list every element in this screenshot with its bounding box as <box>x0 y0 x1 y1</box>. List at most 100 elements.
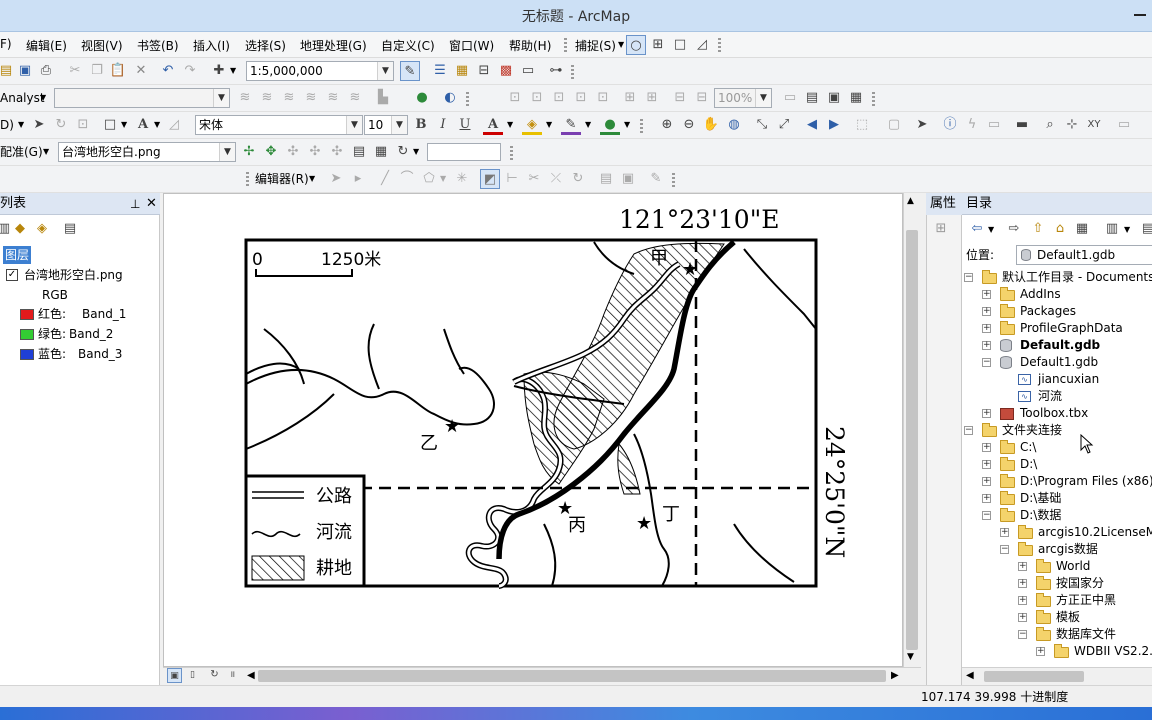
layout-tool-icon[interactable]: ⊡ <box>527 88 547 108</box>
collapse-toggle[interactable]: − <box>964 273 973 282</box>
chevron-down-icon[interactable]: ▼ <box>40 88 46 108</box>
line-color-icon[interactable]: ✎ <box>561 115 581 135</box>
full-extent-icon[interactable]: ◍ <box>724 115 744 135</box>
layout-tool-icon[interactable]: ▤ <box>802 88 822 108</box>
expand-toggle[interactable]: + <box>1036 647 1045 656</box>
chevron-down-icon[interactable]: ▼ <box>507 115 513 135</box>
collapse-toggle[interactable]: − <box>982 511 991 520</box>
font-size-combo[interactable]: 10 ▼ <box>364 115 408 135</box>
catalog-tree-item[interactable]: 文件夹连接 <box>1002 422 1062 439</box>
chevron-down-icon[interactable]: ▼ <box>230 61 236 81</box>
zoom-whole-page-icon[interactable]: ⊡ <box>73 115 93 135</box>
georeferencing-dropdown[interactable]: 配准(G) <box>0 142 43 162</box>
editor-dropdown[interactable]: 编辑器(R) <box>255 169 309 189</box>
menu-edit[interactable]: 编辑(E) <box>26 37 67 54</box>
analyst-layer-combo[interactable]: ▼ <box>54 88 230 108</box>
back-icon[interactable]: ◀ <box>802 115 822 135</box>
chevron-down-icon[interactable]: ▼ <box>618 40 624 49</box>
expand-toggle[interactable]: + <box>982 409 991 418</box>
expand-toggle[interactable]: + <box>982 460 991 469</box>
chevron-down-icon[interactable]: ▼ <box>1124 220 1130 240</box>
select-elements-icon[interactable]: ➤ <box>912 115 932 135</box>
expand-toggle[interactable]: + <box>1018 579 1027 588</box>
chevron-down-icon[interactable]: ▼ <box>391 116 407 134</box>
globe-icon[interactable]: ● <box>412 88 432 108</box>
table-of-contents-icon[interactable]: ☰ <box>430 61 450 81</box>
python-window-icon[interactable]: ▭ <box>518 61 538 81</box>
menu-customize[interactable]: 自定义(C) <box>381 37 435 54</box>
chevron-down-icon[interactable]: ▼ <box>585 115 591 135</box>
catalog-tree-item[interactable]: 模板 <box>1056 609 1080 626</box>
layout-zoom-combo[interactable]: 100% ▼ <box>714 88 772 108</box>
expand-toggle[interactable]: + <box>1018 596 1027 605</box>
scroll-right-icon[interactable]: ▶ <box>891 666 899 686</box>
catalog-tree-item[interactable]: ProfileGraphData <box>1020 320 1123 337</box>
control-points-icon[interactable]: ✣ <box>283 142 303 162</box>
text-icon[interactable]: A <box>133 115 153 135</box>
font-color-button[interactable]: A <box>483 115 503 135</box>
catalog-tree-item[interactable]: jiancuxian <box>1038 371 1099 388</box>
list-by-visibility-icon[interactable]: ◈ <box>32 219 52 239</box>
toolbar-grip[interactable] <box>244 169 252 189</box>
layout-tool-icon[interactable]: ⊞ <box>620 88 640 108</box>
chevron-down-icon[interactable]: ▼ <box>377 62 393 80</box>
menu-windows[interactable]: 窗口(W) <box>449 37 494 54</box>
chevron-down-icon[interactable]: ▼ <box>346 116 362 134</box>
undo-icon[interactable]: ↶ <box>158 61 178 81</box>
straight-segment-icon[interactable]: ╱ <box>375 169 395 189</box>
arctoolbox-icon[interactable]: ▩ <box>496 61 516 81</box>
raster-tool-icon[interactable]: ≋ <box>323 88 343 108</box>
edit-annotation-icon[interactable]: ▸ <box>348 169 368 189</box>
attributes-icon[interactable]: ▤ <box>596 169 616 189</box>
catalog-tree-item[interactable]: D:\数据 <box>1020 507 1061 524</box>
find-route-icon[interactable]: ⊹ <box>1062 115 1082 135</box>
toolbar-grip[interactable] <box>464 89 472 109</box>
view-link-table-icon[interactable]: ▤ <box>349 142 369 162</box>
menu-file[interactable]: F) <box>0 37 12 51</box>
chevron-down-icon[interactable]: ▼ <box>213 89 229 107</box>
link-table-icon[interactable]: ▦ <box>371 142 391 162</box>
expand-toggle[interactable]: + <box>982 290 991 299</box>
analyst-dropdown[interactable]: Analyst <box>0 88 45 108</box>
catalog-tree-item[interactable]: arcgis10.2LicenseMa <box>1038 524 1152 541</box>
catalog-tree-item[interactable]: D:\ <box>1020 456 1037 473</box>
layer-name[interactable]: 台湾地形空白.png <box>24 266 123 284</box>
search-window-icon[interactable]: ⊟ <box>474 61 494 81</box>
chevron-down-icon[interactable]: ▼ <box>546 115 552 135</box>
create-features-icon[interactable]: ✎ <box>646 169 666 189</box>
toolbar-grip[interactable] <box>562 35 570 55</box>
raster-tool-icon[interactable]: ≋ <box>301 88 321 108</box>
options-icon[interactable]: ▤ <box>60 219 80 239</box>
expand-toggle[interactable]: + <box>982 324 991 333</box>
toolbar-grip[interactable] <box>870 89 878 109</box>
chevron-down-icon[interactable]: ▼ <box>755 89 771 107</box>
measure-icon[interactable]: ▬ <box>1012 115 1032 135</box>
list-by-source-icon[interactable]: ◆ <box>10 219 30 239</box>
cut-polygons-icon[interactable]: ✂ <box>524 169 544 189</box>
snapping-menu[interactable]: 捕捉(S) <box>575 37 616 54</box>
redo-icon[interactable]: ↷ <box>180 61 200 81</box>
identify-icon[interactable]: ⓘ <box>940 115 960 135</box>
catalog-tree-item[interactable]: 方正正中黑 <box>1056 592 1116 609</box>
add-data-icon[interactable]: ✚ <box>209 61 229 81</box>
paste-icon[interactable]: 📋 <box>108 61 128 81</box>
trace-icon[interactable]: ⬠ <box>419 169 439 189</box>
bold-button[interactable]: B <box>411 115 431 135</box>
catalog-tree-item[interactable]: Default1.gdb <box>1020 354 1098 371</box>
back-icon[interactable]: ⇦ <box>967 219 987 239</box>
layout-tool-icon[interactable]: ⊡ <box>593 88 613 108</box>
expand-toggle[interactable]: + <box>982 494 991 503</box>
underline-button[interactable]: U <box>455 115 475 135</box>
properties-title[interactable]: 属性 <box>930 194 956 214</box>
edit-vertices-icon[interactable]: ◩ <box>480 169 500 189</box>
layout-tool-icon[interactable]: ▭ <box>780 88 800 108</box>
scroll-left-icon[interactable]: ◀ <box>247 666 255 686</box>
chevron-down-icon[interactable]: ▼ <box>121 115 127 135</box>
hyperlink-icon[interactable]: ϟ <box>962 115 982 135</box>
location-combo[interactable]: Default1.gdb <box>1016 245 1152 265</box>
map-horizontal-scroll-thumb[interactable] <box>258 670 886 682</box>
end-snapping-icon[interactable]: ⊞ <box>648 35 668 55</box>
cut-icon[interactable]: ✂ <box>65 61 85 81</box>
layout-tool-icon[interactable]: ⊞ <box>642 88 662 108</box>
forward-icon[interactable]: ⇨ <box>1004 219 1024 239</box>
